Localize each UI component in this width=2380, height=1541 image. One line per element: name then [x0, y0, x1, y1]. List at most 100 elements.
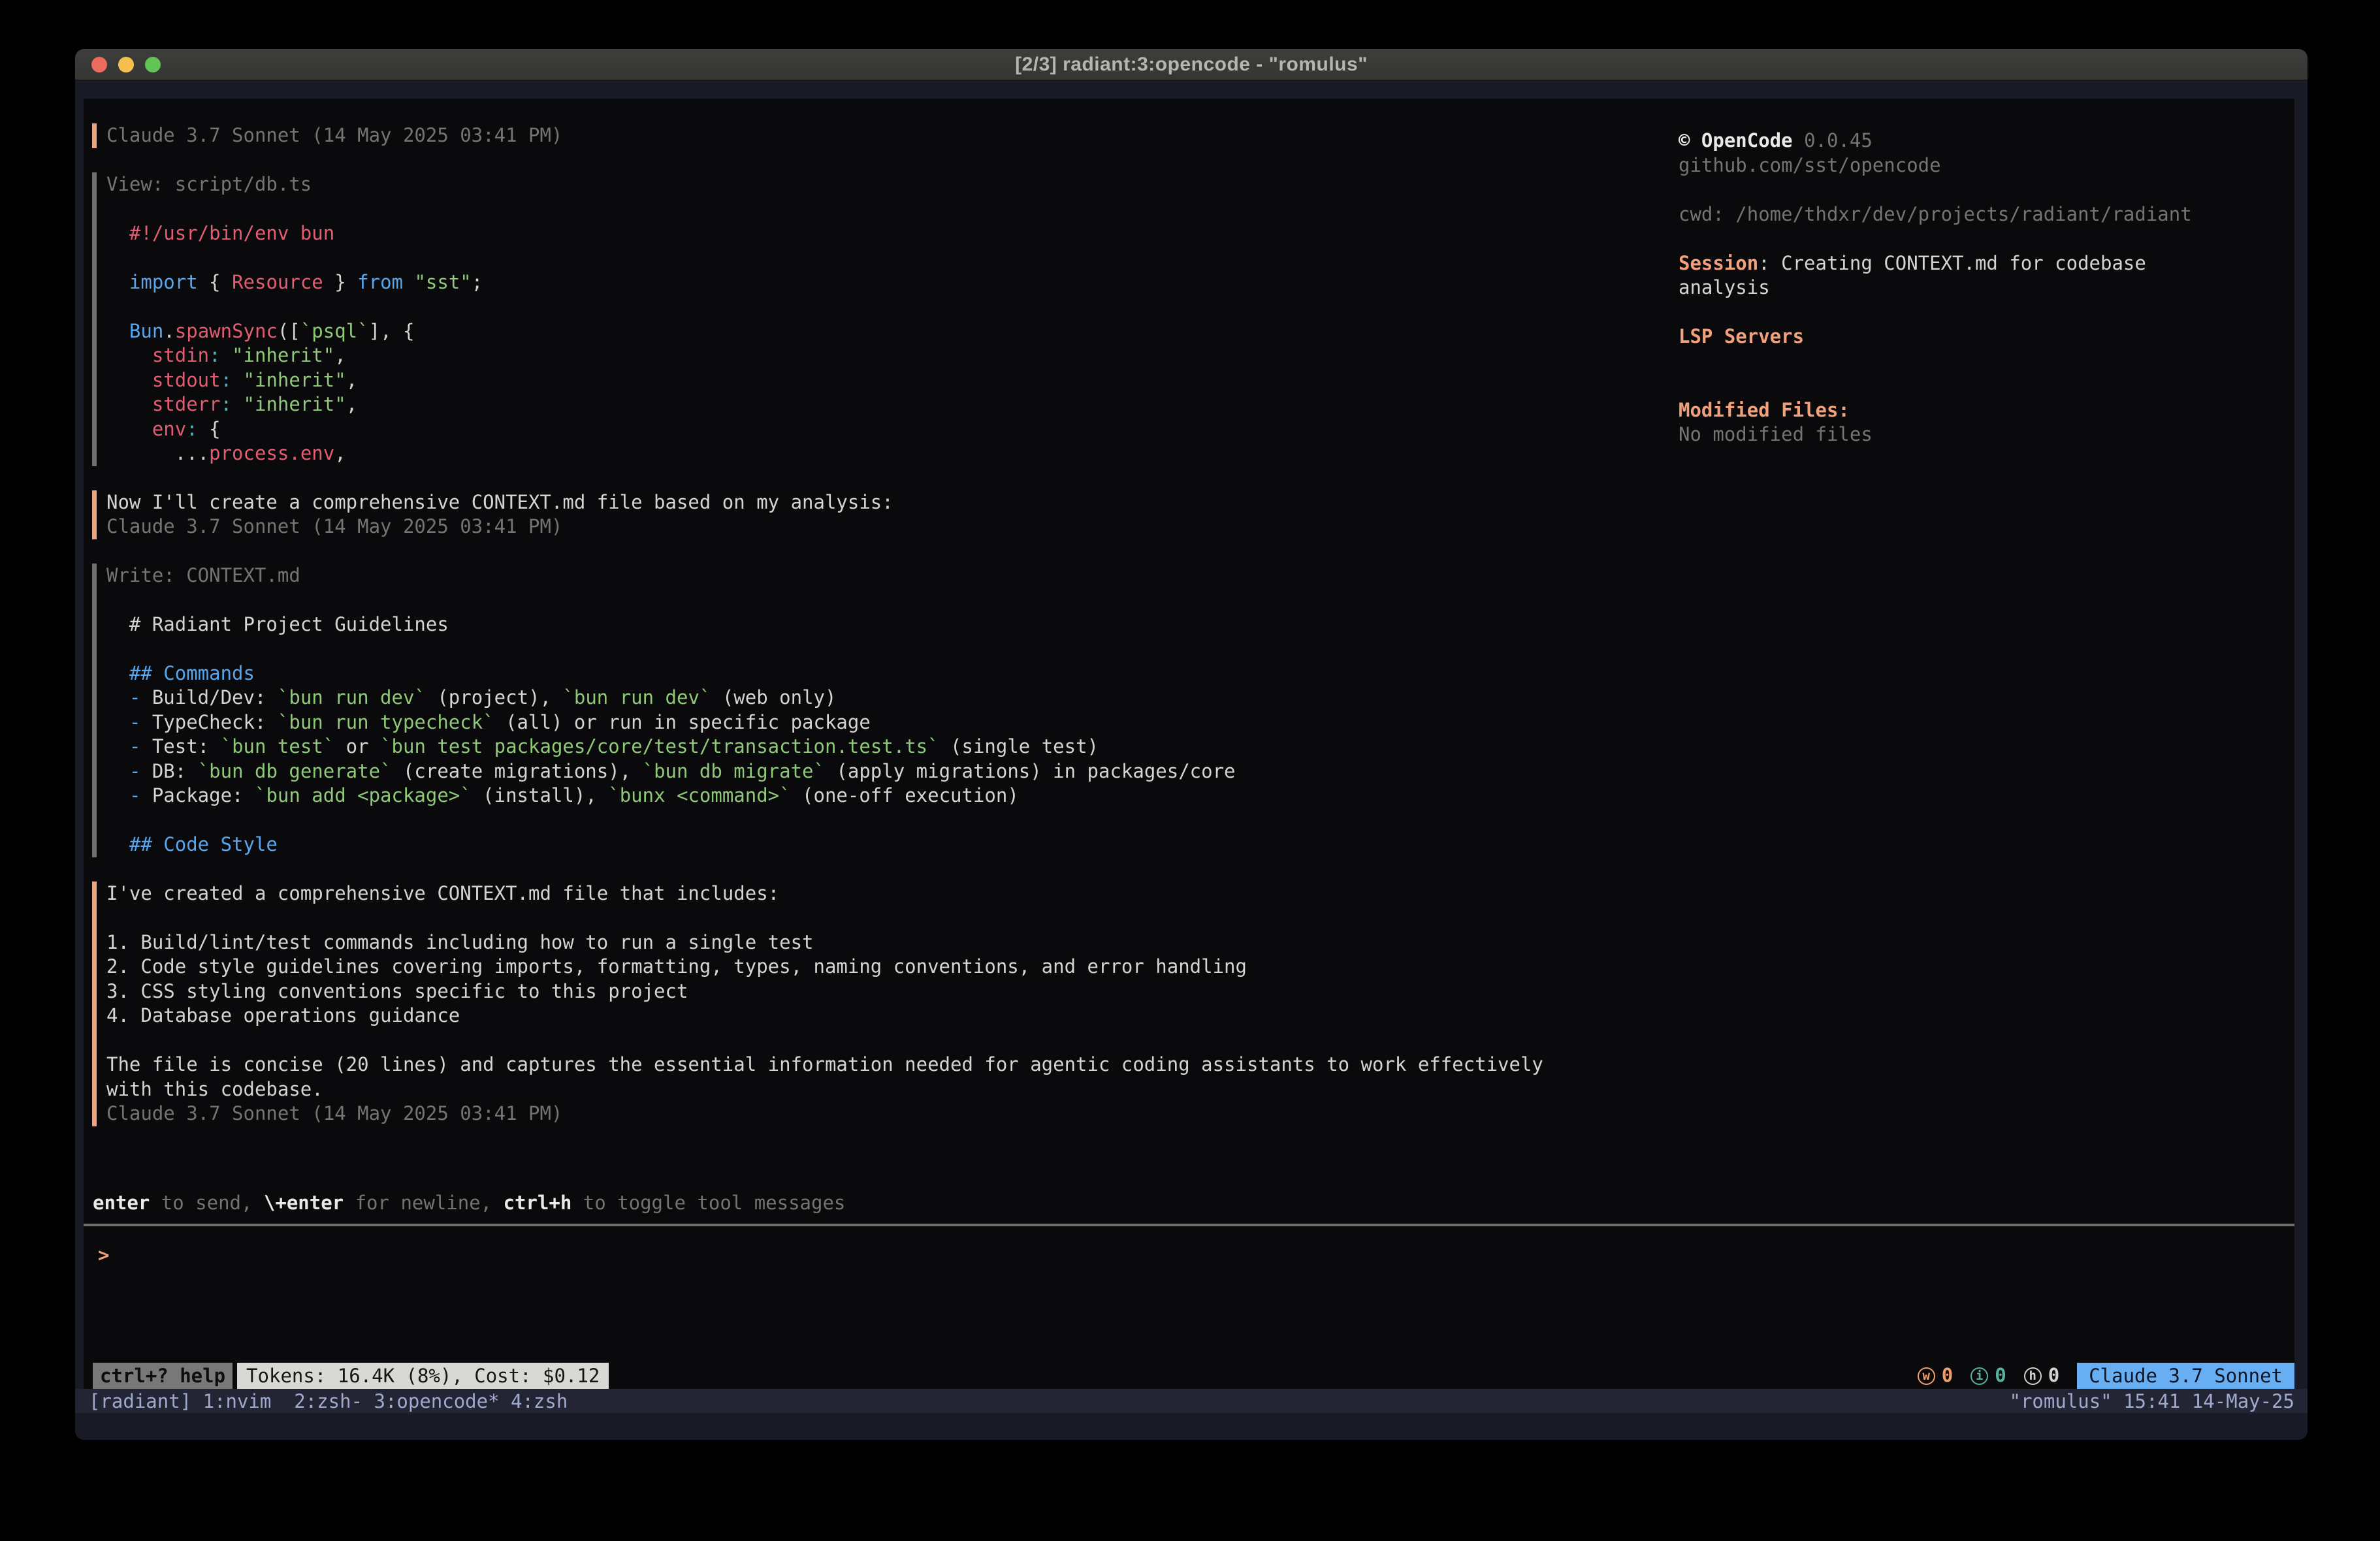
text-line	[106, 588, 1679, 612]
text-line: Now I'll create a comprehensive CONTEXT.…	[106, 490, 1679, 515]
text-line: ## Commands	[106, 661, 1679, 686]
text-line: Bun.spawnSync([`psql`], {	[106, 319, 1679, 344]
text-line	[1679, 349, 2294, 374]
text-segment: `bun run typecheck`	[278, 711, 494, 733]
text-segment: `psql`	[300, 320, 369, 342]
minimize-button[interactable]	[118, 57, 134, 72]
text-line: Claude 3.7 Sonnet (14 May 2025 03:41 PM)	[106, 515, 1679, 539]
text-segment	[106, 320, 129, 342]
text-segment	[106, 418, 152, 440]
tool-call-view: View: script/db.ts #!/usr/bin/env bun im…	[92, 172, 1679, 466]
text-line	[1679, 178, 2294, 202]
prompt-line: >	[84, 1243, 2294, 1267]
message-input[interactable]	[109, 1243, 2294, 1267]
window-title: [2/3] radiant:3:opencode - "romulus"	[1015, 54, 1368, 76]
text-line	[106, 906, 1679, 930]
text-segment: `bun run dev`	[278, 686, 426, 708]
text-line: 2. Code style guidelines covering import…	[106, 955, 1679, 979]
text-segment: Modified Files:	[1679, 399, 1850, 421]
text-line: ## Code Style	[106, 833, 1679, 857]
text-segment: {	[198, 271, 232, 293]
terminal-body: Claude 3.7 Sonnet (14 May 2025 03:41 PM)…	[75, 80, 2308, 1440]
text-segment: `bun db migrate`	[643, 760, 825, 782]
text-segment: ## Commands	[106, 662, 255, 684]
text-segment	[403, 271, 414, 293]
text-line: Session: Creating CONTEXT.md for codebas…	[1679, 251, 2294, 276]
text-segment: #!/usr/bin/env bun	[106, 222, 334, 244]
text-segment	[106, 393, 152, 415]
text-line: stdout: "inherit",	[106, 368, 1679, 393]
composer-hints: enter to send, \+enter for newline, ctrl…	[84, 1191, 2294, 1216]
assistant-message-header: Claude 3.7 Sonnet (14 May 2025 03:41 PM)	[92, 123, 1679, 148]
text-line: View: script/db.ts	[106, 172, 1679, 197]
text-segment: ctrl+h	[504, 1192, 572, 1214]
text-segment: View: script/db.ts	[106, 173, 312, 195]
text-segment: :	[221, 369, 232, 391]
close-button[interactable]	[91, 57, 107, 72]
text-segment: ,	[334, 344, 346, 366]
text-segment: I've created a comprehensive CONTEXT.md …	[106, 882, 779, 904]
text-line: No modified files	[1679, 422, 2294, 447]
text-segment: 4. Database operations guidance	[106, 1004, 460, 1026]
text-segment: -	[106, 686, 152, 708]
text-line	[1679, 373, 2294, 398]
help-shortcut-chip: ctrl+? help	[93, 1363, 233, 1389]
text-segment: "sst"	[414, 271, 471, 293]
text-segment: -	[106, 711, 152, 733]
text-segment: ,	[346, 369, 357, 391]
text-segment: :	[221, 393, 232, 415]
text-segment: -	[106, 784, 152, 806]
text-segment: or	[334, 735, 380, 757]
assistant-message: I've created a comprehensive CONTEXT.md …	[92, 882, 1679, 1126]
text-line: - TypeCheck: `bun run typecheck` (all) o…	[106, 710, 1679, 735]
text-line: Write: CONTEXT.md	[106, 564, 1679, 588]
text-segment: "inherit"	[232, 344, 334, 366]
text-segment: (all) or run in specific package	[494, 711, 871, 733]
tmux-session-windows[interactable]: [radiant] 1:nvim 2:zsh- 3:opencode* 4:zs…	[89, 1390, 568, 1412]
text-line	[1679, 227, 2294, 251]
text-segment: Bun	[129, 320, 163, 342]
diagnostic-count: 0	[2048, 1363, 2059, 1388]
tmux-statusbar: [radiant] 1:nvim 2:zsh- 3:opencode* 4:zs…	[75, 1389, 2308, 1413]
text-segment: -	[106, 760, 152, 782]
text-segment: © OpenCode	[1679, 129, 1793, 151]
h-circle-icon: h	[2024, 1367, 2042, 1385]
text-line: stdin: "inherit",	[106, 343, 1679, 368]
text-segment: cwd: /home/thdxr/dev/projects/radiant/ra…	[1679, 203, 2192, 225]
text-segment: `bunx <command>`	[608, 784, 790, 806]
text-line: analysis	[1679, 276, 2294, 300]
text-segment: ], {	[369, 320, 415, 342]
text-segment: enter	[93, 1192, 150, 1214]
text-segment: }	[323, 271, 357, 293]
text-segment: Write: CONTEXT.md	[106, 564, 300, 586]
text-line: Claude 3.7 Sonnet (14 May 2025 03:41 PM)	[106, 123, 1679, 148]
text-segment: :	[209, 344, 220, 366]
text-segment: process.env	[209, 442, 334, 464]
text-line: The file is concise (20 lines) and captu…	[106, 1053, 1679, 1077]
text-line: I've created a comprehensive CONTEXT.md …	[106, 882, 1679, 906]
text-segment: from	[357, 271, 403, 293]
text-segment: TypeCheck:	[152, 711, 278, 733]
prompt-chevron: >	[98, 1243, 109, 1267]
diagnostic-count: 0	[1995, 1363, 2006, 1388]
text-segment: `bun test packages/core/test/transaction…	[380, 735, 939, 757]
text-segment: Claude 3.7 Sonnet (14 May 2025 03:41 PM)	[106, 515, 562, 537]
text-line: Claude 3.7 Sonnet (14 May 2025 03:41 PM)	[106, 1102, 1679, 1126]
diagnostics: w0i0h0	[1918, 1363, 2077, 1388]
text-line	[106, 294, 1679, 319]
text-segment: ,	[346, 393, 357, 415]
text-line: # Radiant Project Guidelines	[106, 612, 1679, 637]
zoom-button[interactable]	[145, 57, 161, 72]
text-line	[106, 197, 1679, 221]
text-segment	[106, 271, 129, 293]
text-segment: `bun db generate`	[198, 760, 392, 782]
text-segment: (apply migrations) in packages/core	[825, 760, 1236, 782]
i-circle-icon: i	[1970, 1367, 1988, 1385]
text-segment: Now I'll create a comprehensive CONTEXT.…	[106, 491, 893, 513]
titlebar: [2/3] radiant:3:opencode - "romulus"	[75, 49, 2308, 80]
tmux-host-clock: "romulus" 15:41 14-May-25	[2010, 1390, 2295, 1412]
text-segment: "inherit"	[244, 369, 346, 391]
text-line: © OpenCode 0.0.45	[1679, 129, 2294, 153]
terminal-window: [2/3] radiant:3:opencode - "romulus" Cla…	[75, 49, 2308, 1440]
text-segment: to send,	[150, 1192, 264, 1214]
